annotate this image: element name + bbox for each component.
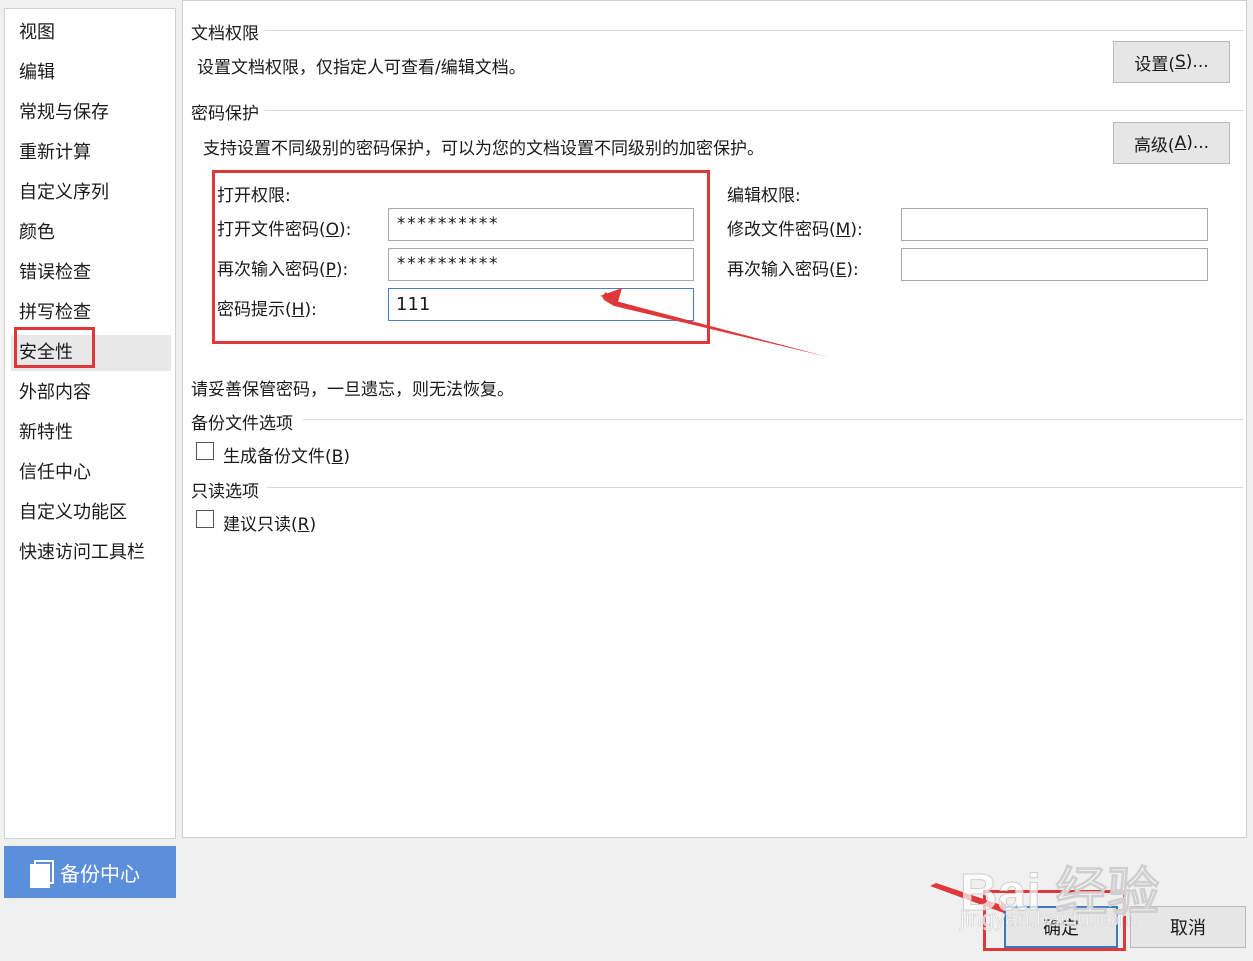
cancel-button[interactable]: 取消 <box>1130 906 1246 948</box>
ok-button[interactable]: 确定 <box>1004 906 1118 948</box>
annotation-arrows <box>600 288 1024 922</box>
arrow-to-hint-icon <box>602 292 828 357</box>
